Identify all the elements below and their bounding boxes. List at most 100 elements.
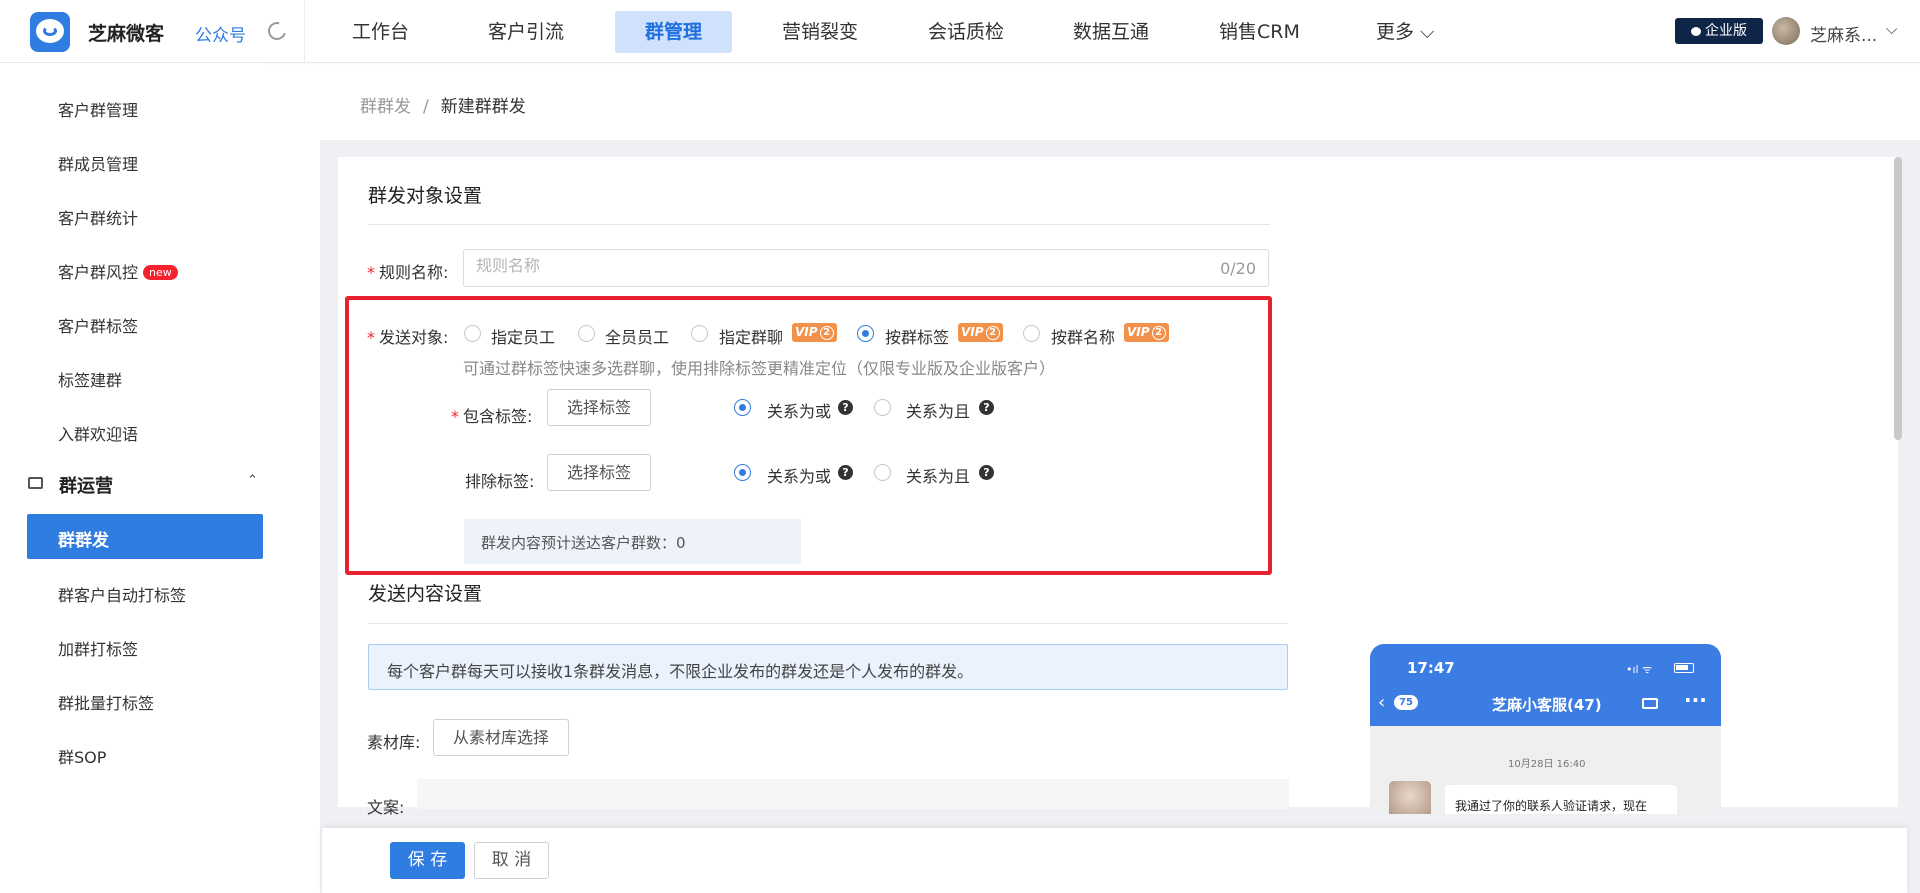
radio-specified-group[interactable]: [691, 325, 708, 342]
official-account-link[interactable]: 公众号: [195, 21, 246, 46]
exclude-tags-label: 排除标签:: [465, 472, 535, 491]
rule-name-input[interactable]: [476, 258, 1176, 276]
nav-group-management[interactable]: 群管理: [615, 11, 733, 53]
radio-by-group-tag[interactable]: [857, 325, 874, 342]
phone-preview: 17:47 •ıl ᯤ ‹ 75 芝麻小客服(47) ··· 10月28日 16…: [1370, 644, 1721, 814]
help-icon[interactable]: ?: [838, 400, 853, 415]
back-icon: ‹: [1378, 692, 1386, 713]
more-icon: ···: [1684, 688, 1707, 712]
help-icon[interactable]: ?: [838, 465, 853, 480]
radio-exclude-and[interactable]: [874, 464, 891, 481]
nav-sales-crm[interactable]: 销售CRM: [1189, 11, 1330, 53]
unread-badge: 75: [1394, 695, 1418, 710]
vip-badge: VIP 2: [792, 323, 837, 342]
user-name[interactable]: 芝麻系...: [1810, 21, 1877, 46]
sidebar-item-welcome-msg[interactable]: 入群欢迎语: [58, 421, 138, 445]
divider: [304, 0, 305, 63]
radio-include-and[interactable]: [874, 399, 891, 416]
radio-include-or[interactable]: [734, 399, 751, 416]
help-icon[interactable]: ?: [979, 465, 994, 480]
radio-label[interactable]: 关系为或: [767, 463, 831, 487]
nav-workbench[interactable]: 工作台: [322, 11, 439, 53]
vip-badge: VIP 2: [1124, 323, 1169, 342]
select-include-tags-button[interactable]: 选择标签: [547, 389, 651, 426]
edition-badge[interactable]: 企业版: [1675, 18, 1763, 44]
chevron-down-icon[interactable]: ⌵: [1886, 20, 1897, 38]
nav-customer-acquisition[interactable]: 客户引流: [458, 11, 594, 53]
sidebar-item-group-members[interactable]: 群成员管理: [58, 151, 138, 175]
nav-more[interactable]: 更多 ⌵: [1346, 11, 1464, 53]
chat-group-icon: [28, 477, 43, 489]
sidebar-item-customer-group-mgmt[interactable]: 客户群管理: [58, 97, 138, 121]
sidebar-group-operations[interactable]: 群运营 ⌃: [27, 470, 262, 500]
sidebar-item-group-broadcast[interactable]: 群群发: [27, 514, 263, 559]
radio-label[interactable]: 关系为且: [906, 398, 970, 422]
include-tags-label: * 包含标签:: [451, 407, 533, 426]
chevron-up-icon[interactable]: ⌃: [247, 473, 258, 488]
footer-action-bar: [322, 828, 1907, 893]
dark-mode-toggle-icon[interactable]: [264, 18, 290, 44]
video-call-icon: [1642, 698, 1658, 709]
material-label: 素材库:: [367, 733, 421, 752]
divider: [368, 224, 1270, 225]
nav-marketing-fission[interactable]: 营销裂变: [752, 11, 888, 53]
radio-all-staff[interactable]: [578, 325, 595, 342]
help-icon[interactable]: ?: [979, 400, 994, 415]
section-content-title: 发送内容设置: [368, 583, 483, 605]
estimate-box: 群发内容预计送达客户群数：0: [464, 519, 801, 564]
brand-name: 芝麻微客: [88, 23, 165, 45]
new-badge: new: [143, 265, 178, 280]
nav-session-qc[interactable]: 会话质检: [898, 11, 1034, 53]
radio-label[interactable]: 指定员工: [491, 324, 555, 348]
app-logo-icon[interactable]: [30, 12, 70, 52]
chat-date: 10月28日 16:40: [1508, 759, 1586, 770]
notice-banner: 每个客户群每天可以接收1条群发消息，不限企业发布的群发还是个人发布的群发。: [368, 644, 1288, 690]
char-counter: 0/20: [1220, 259, 1256, 278]
sender-avatar: [1389, 781, 1431, 814]
sidebar-item-group-tags[interactable]: 客户群标签: [58, 313, 138, 337]
sidebar-item-batch-tag[interactable]: 群批量打标签: [58, 690, 154, 714]
section-target-title: 群发对象设置: [368, 185, 483, 207]
user-avatar[interactable]: [1772, 17, 1800, 45]
breadcrumb-current: 新建群群发: [440, 97, 526, 117]
battery-icon: [1674, 663, 1694, 673]
radio-by-group-name[interactable]: [1023, 325, 1040, 342]
select-from-library-button[interactable]: 从素材库选择: [433, 719, 569, 756]
divider: [368, 623, 1288, 624]
scrollbar[interactable]: [1894, 157, 1902, 440]
chat-bubble: 我通过了你的联系人验证请求，现在: [1445, 785, 1677, 814]
estimate-text: 群发内容预计送达客户群数：0: [481, 534, 686, 552]
rule-name-field[interactable]: 0/20: [463, 249, 1269, 287]
cancel-button[interactable]: 取 消: [474, 842, 549, 879]
select-exclude-tags-button[interactable]: 选择标签: [547, 454, 651, 491]
phone-header: 17:47 •ıl ᯤ ‹ 75 芝麻小客服(47) ···: [1370, 644, 1721, 726]
radio-specified-staff[interactable]: [464, 325, 481, 342]
radio-label[interactable]: 关系为或: [767, 398, 831, 422]
sidebar-item-group-risk[interactable]: 客户群风控 new: [58, 259, 178, 283]
radio-exclude-or[interactable]: [734, 464, 751, 481]
signal-wifi-icon: •ıl ᯤ: [1626, 663, 1653, 676]
radio-label[interactable]: 指定群聊: [719, 324, 783, 348]
chat-icon: [1691, 27, 1701, 36]
target-hint: 可通过群标签快速多选群聊，使用排除标签更精准定位（仅限专业版及企业版客户）: [463, 359, 1056, 378]
copy-textarea[interactable]: [417, 779, 1289, 809]
vip-badge: VIP 2: [958, 323, 1003, 342]
radio-label[interactable]: 全员员工: [605, 324, 669, 348]
radio-label[interactable]: 关系为且: [906, 463, 970, 487]
top-navigation-bar: 芝麻微客 公众号 工作台 客户引流 群管理 营销裂变 会话质检 数据互通 销售C…: [0, 0, 1920, 63]
sidebar-item-tag-create-group[interactable]: 标签建群: [58, 367, 122, 391]
sidebar-item-group-stats[interactable]: 客户群统计: [58, 205, 138, 229]
radio-label[interactable]: 按群名称: [1051, 324, 1115, 348]
radio-label[interactable]: 按群标签: [885, 324, 949, 348]
send-target-label: * 发送对象:: [367, 328, 449, 347]
sidebar-item-group-sop[interactable]: 群SOP: [58, 744, 106, 768]
copy-label: 文案:: [367, 798, 405, 817]
rule-name-label: * 规则名称:: [367, 263, 449, 282]
breadcrumb-parent[interactable]: 群群发: [360, 97, 411, 117]
phone-time: 17:47: [1407, 659, 1455, 677]
chat-title: 芝麻小客服(47): [1492, 696, 1602, 714]
save-button[interactable]: 保 存: [390, 842, 465, 879]
nav-data-sync[interactable]: 数据互通: [1043, 11, 1179, 53]
sidebar-item-auto-tag[interactable]: 群客户自动打标签: [58, 582, 186, 606]
sidebar-item-join-tag[interactable]: 加群打标签: [58, 636, 138, 660]
